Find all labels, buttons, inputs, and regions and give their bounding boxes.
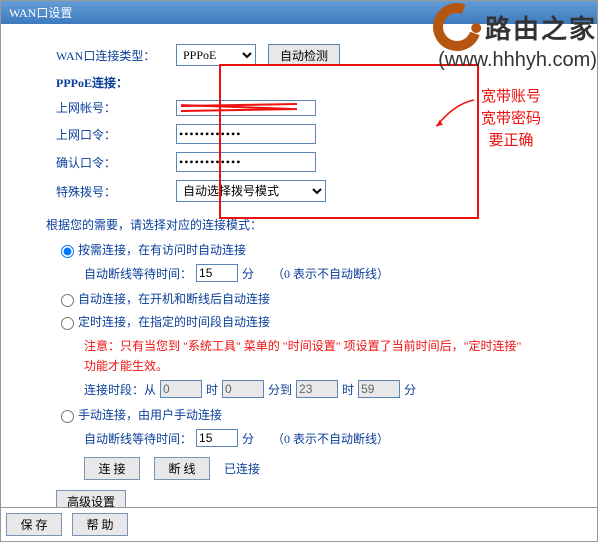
help-button[interactable]: 帮 助 [72, 513, 128, 536]
connect-button[interactable]: 连 接 [84, 457, 140, 480]
watermark: 路由之家 (www.hhhyh.com) [433, 3, 597, 72]
special-dial-label: 特殊拨号： [56, 183, 176, 200]
hour-unit-1: 时 [206, 381, 218, 398]
idle2-hint: （0 表示不自动断线） [272, 430, 389, 447]
start-hour-input[interactable] [160, 380, 202, 398]
start-min-input[interactable] [222, 380, 264, 398]
password-input[interactable] [176, 124, 316, 144]
mode-on-demand-label: 按需连接，在有访问时自动连接 [78, 241, 246, 258]
to-label: 分到 [268, 381, 292, 398]
period-label: 连接时段：从 [84, 381, 156, 398]
connection-status: 已连接 [224, 460, 260, 477]
conn-type-select[interactable]: PPPoE [176, 44, 256, 66]
min-unit-2: 分 [404, 381, 416, 398]
save-button[interactable]: 保 存 [6, 513, 62, 536]
conn-type-label: WAN口连接类型： [56, 47, 176, 64]
end-hour-input[interactable] [296, 380, 338, 398]
watermark-brand: 路由之家 [485, 9, 597, 46]
password-label: 上网口令： [56, 126, 176, 143]
idle-timeout-input[interactable] [196, 264, 238, 282]
mode-scheduled-radio[interactable] [61, 317, 74, 330]
mode-on-demand-radio[interactable] [61, 245, 74, 258]
idle-hint: （0 表示不自动断线） [272, 265, 389, 282]
pppoe-section-label: PPPoE连接： [56, 74, 176, 91]
special-dial-select[interactable]: 自动选择拨号模式 [176, 180, 326, 202]
autodetect-button[interactable]: 自动检测 [268, 44, 340, 66]
confirm-input[interactable] [176, 152, 316, 172]
idle-timeout-label: 自动断线等待时间： [84, 265, 192, 282]
mode-manual-radio[interactable] [61, 410, 74, 423]
mode-scheduled-label: 定时连接，在指定的时间段自动连接 [78, 313, 270, 330]
idle2-label: 自动断线等待时间： [84, 430, 192, 447]
confirm-label: 确认口令： [56, 154, 176, 171]
end-min-input[interactable] [358, 380, 400, 398]
idle-unit: 分 [242, 265, 254, 282]
mode-prompt: 根据您的需要，请选择对应的连接模式： [46, 216, 587, 233]
username-input[interactable] [176, 100, 316, 116]
mode-auto-radio[interactable] [61, 294, 74, 307]
annotation-text: 宽带账号 宽带密码 要正确 [481, 86, 541, 152]
scheduled-note: 注意：只有当您到 "系统工具" 菜单的 "时间设置" 项设置了当前时间后，"定时… [84, 336, 524, 376]
username-label: 上网帐号： [56, 99, 176, 116]
watermark-url: (www.hhhyh.com) [433, 49, 597, 72]
disconnect-button[interactable]: 断 线 [154, 457, 210, 480]
idle2-input[interactable] [196, 429, 238, 447]
mode-auto-label: 自动连接，在开机和断线后自动连接 [78, 290, 270, 307]
hour-unit-2: 时 [342, 381, 354, 398]
mode-manual-label: 手动连接，由用户手动连接 [78, 406, 222, 423]
idle2-unit: 分 [242, 430, 254, 447]
